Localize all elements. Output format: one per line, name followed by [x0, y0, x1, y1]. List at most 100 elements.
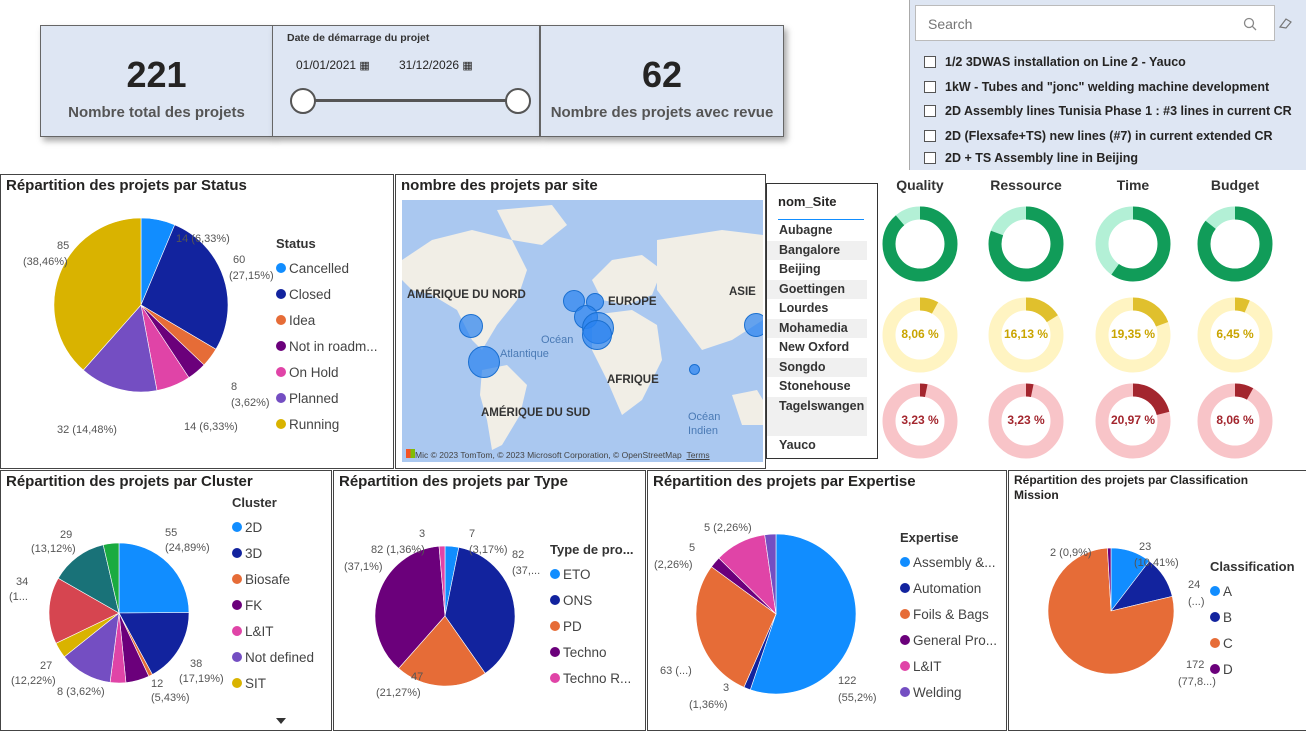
- eraser-icon[interactable]: [1279, 17, 1293, 29]
- map-canvas[interactable]: AMÉRIQUE DU NORD EUROPE ASIE AFRIQUE AMÉ…: [402, 200, 763, 462]
- slider-handle-start[interactable]: [290, 88, 316, 114]
- legend-marker: [276, 263, 286, 273]
- map-bubble[interactable]: [459, 314, 483, 338]
- site-item[interactable]: New Oxford: [767, 338, 867, 358]
- legend-item[interactable]: Biosafe: [232, 566, 314, 592]
- legend-item[interactable]: General Pro...: [900, 627, 997, 653]
- legend-marker: [276, 289, 286, 299]
- legend-item[interactable]: SIT: [232, 670, 314, 696]
- slider-handle-end[interactable]: [505, 88, 531, 114]
- legend-item[interactable]: Cancelled: [276, 255, 378, 281]
- site-item[interactable]: Mohamedia: [767, 318, 867, 338]
- data-label: 24: [1188, 579, 1201, 591]
- legend-title: Status: [276, 236, 316, 251]
- start-date-input[interactable]: 01/01/2021 ▦: [296, 58, 370, 72]
- legend-item[interactable]: 3D: [232, 540, 314, 566]
- legend-marker: [232, 626, 242, 636]
- ocean-label: Océan: [541, 334, 574, 346]
- legend-item[interactable]: ETO: [550, 561, 634, 587]
- calendar-icon[interactable]: ▦: [462, 60, 472, 72]
- type-legend: Type de pro... ETO ONS PD Techno Techno R...: [550, 542, 634, 691]
- site-item[interactable]: Goettingen: [767, 279, 867, 299]
- checkbox[interactable]: [924, 105, 936, 118]
- legend-item[interactable]: Not in roadm...: [276, 333, 378, 359]
- legend-item[interactable]: L&IT: [232, 618, 314, 644]
- legend-item[interactable]: D: [1210, 656, 1295, 682]
- gauge-value: 20,97 %: [1110, 413, 1156, 427]
- calendar-icon[interactable]: ▦: [359, 60, 369, 72]
- site-item[interactable]: Yauco: [767, 436, 867, 456]
- checkbox[interactable]: [924, 56, 936, 69]
- data-label: 5 (2,26%): [704, 522, 752, 534]
- legend-item[interactable]: ONS: [550, 587, 634, 613]
- data-label: 34: [16, 576, 29, 588]
- legend-item[interactable]: Foils & Bags: [900, 601, 997, 627]
- data-label: 12: [151, 678, 164, 690]
- search-icon[interactable]: [1243, 17, 1257, 31]
- list-item[interactable]: 1/2 3DWAS installation on Line 2 - Yauco: [910, 50, 1306, 75]
- legend-item[interactable]: PD: [550, 613, 634, 639]
- status-legend: Status Cancelled Closed Idea Not in roadm...…: [276, 236, 378, 437]
- data-label: (12,22%): [11, 675, 56, 687]
- map-bubble[interactable]: [468, 346, 500, 378]
- legend-item[interactable]: L&IT: [900, 653, 997, 679]
- map-bubble[interactable]: [582, 320, 612, 350]
- data-label: (...): [1188, 596, 1205, 608]
- legend-marker: [900, 635, 910, 645]
- legend-item[interactable]: Techno: [550, 639, 634, 665]
- legend-label: PD: [563, 618, 582, 634]
- slider-track[interactable]: [303, 99, 517, 102]
- end-date-input[interactable]: 31/12/2026 ▦: [399, 58, 473, 72]
- list-item[interactable]: 2D (Flexsafe+TS) new lines (#7) in curre…: [910, 124, 1306, 149]
- map-bubble[interactable]: [744, 313, 763, 337]
- legend-item[interactable]: Automation: [900, 575, 997, 601]
- legend-label: SIT: [245, 675, 267, 691]
- gauge-value: 8,06 %: [1216, 413, 1254, 427]
- checkbox[interactable]: [924, 129, 936, 142]
- header-underline: [778, 219, 864, 220]
- legend-scroll-down-icon[interactable]: [276, 718, 286, 724]
- terms-link[interactable]: Terms: [686, 450, 709, 460]
- legend-item[interactable]: Not defined: [232, 644, 314, 670]
- ocean-label: Indien: [688, 425, 718, 437]
- legend-item[interactable]: Closed: [276, 281, 378, 307]
- site-item[interactable]: Songdo: [767, 357, 867, 377]
- legend-item[interactable]: 2D: [232, 514, 314, 540]
- map-bubble[interactable]: [689, 364, 700, 375]
- gauge-column-title: Budget: [1210, 177, 1260, 193]
- legend-item[interactable]: A: [1210, 578, 1295, 604]
- site-item[interactable]: Tagelswangen: [767, 396, 867, 436]
- site-item[interactable]: Lourdes: [767, 299, 867, 319]
- list-item[interactable]: 2D Assembly lines Tunisia Phase 1 : #3 l…: [910, 99, 1306, 124]
- start-date-value: 01/01/2021: [296, 58, 357, 72]
- checkbox[interactable]: [924, 80, 936, 93]
- legend-label: Automation: [913, 580, 982, 596]
- legend-item[interactable]: Welding: [900, 679, 997, 705]
- legend-item[interactable]: Idea: [276, 307, 378, 333]
- legend-title: Classification: [1210, 559, 1295, 574]
- site-item[interactable]: Stonehouse: [767, 377, 867, 397]
- legend-item[interactable]: Running: [276, 411, 378, 437]
- site-item[interactable]: Bangalore: [767, 240, 867, 260]
- legend-item[interactable]: C: [1210, 630, 1295, 656]
- legend-item[interactable]: Assembly &...: [900, 549, 997, 575]
- legend-item[interactable]: On Hold: [276, 359, 378, 385]
- legend-item[interactable]: Planned: [276, 385, 378, 411]
- list-item[interactable]: 2D + TS Assembly line in Beijing: [910, 148, 1306, 168]
- data-label: (2,26%): [654, 559, 693, 571]
- gauge-column-title: Quality: [896, 177, 944, 193]
- legend-marker: [232, 574, 242, 584]
- checkbox[interactable]: [924, 152, 936, 164]
- data-label: 8 (3,62%): [57, 686, 105, 698]
- legend-item[interactable]: FK: [232, 592, 314, 618]
- legend-item[interactable]: B: [1210, 604, 1295, 630]
- legend-label: Planned: [289, 390, 339, 406]
- site-item[interactable]: Aubagne: [767, 221, 867, 241]
- search-input[interactable]: [926, 15, 1230, 33]
- data-label: (24,89%): [165, 542, 210, 554]
- site-item[interactable]: Beijing: [767, 260, 867, 280]
- legend-item[interactable]: Techno R...: [550, 665, 634, 691]
- search-box[interactable]: [915, 5, 1275, 41]
- list-item[interactable]: 1kW - Tubes and "jonc" welding machine d…: [910, 75, 1306, 100]
- data-label: (3,62%): [231, 397, 270, 409]
